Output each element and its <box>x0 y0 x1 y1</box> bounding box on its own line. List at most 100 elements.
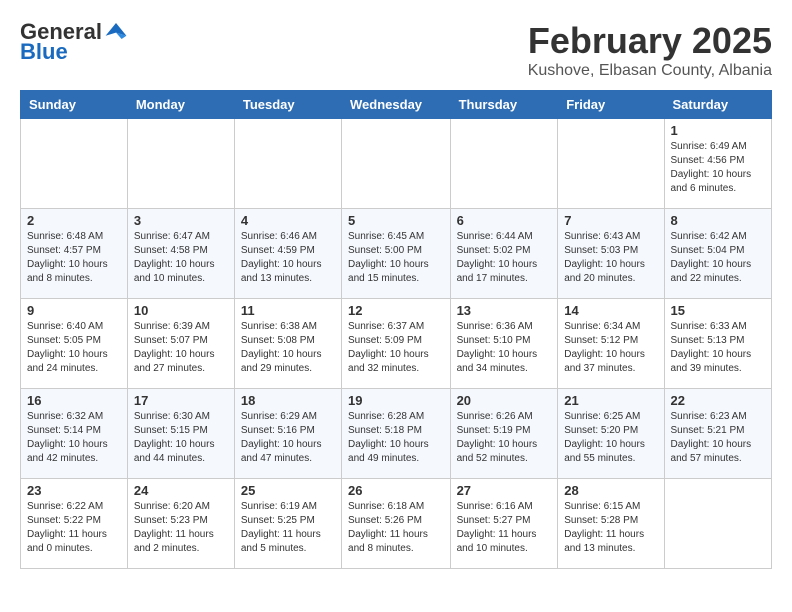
day-cell <box>127 119 234 209</box>
weekday-header-row: SundayMondayTuesdayWednesdayThursdayFrid… <box>21 91 772 119</box>
day-cell <box>450 119 558 209</box>
day-cell: 18 Sunrise: 6:29 AM Sunset: 5:16 PM Dayli… <box>234 389 341 479</box>
day-cell: 11 Sunrise: 6:38 AM Sunset: 5:08 PM Dayli… <box>234 299 341 389</box>
week-row-2: 2 Sunrise: 6:48 AM Sunset: 4:57 PM Daylig… <box>21 209 772 299</box>
day-info: Sunrise: 6:19 AM Sunset: 5:25 PM Dayligh… <box>241 500 335 556</box>
day-cell: 25 Sunrise: 6:19 AM Sunset: 5:25 PM Dayli… <box>234 479 341 569</box>
day-cell: 5Sunrise: 6:45 AM Sunset: 5:00 PM Daylig… <box>342 209 451 299</box>
day-number: 19 <box>348 393 444 408</box>
day-number: 16 <box>27 393 121 408</box>
day-info: Sunrise: 6:33 AM Sunset: 5:13 PM Dayligh… <box>671 320 765 376</box>
day-info: Sunrise: 6:18 AM Sunset: 5:26 PM Dayligh… <box>348 500 444 556</box>
day-info: Sunrise: 6:49 AM Sunset: 4:56 PM Dayligh… <box>671 140 765 196</box>
day-number: 21 <box>564 393 657 408</box>
weekday-header-thursday: Thursday <box>450 91 558 119</box>
day-cell: 15 Sunrise: 6:33 AM Sunset: 5:13 PM Dayli… <box>664 299 771 389</box>
day-cell: 10 Sunrise: 6:39 AM Sunset: 5:07 PM Dayli… <box>127 299 234 389</box>
day-cell: 22Sunrise: 6:23 AM Sunset: 5:21 PM Dayli… <box>664 389 771 479</box>
day-cell: 26Sunrise: 6:18 AM Sunset: 5:26 PM Dayli… <box>342 479 451 569</box>
day-info: Sunrise: 6:16 AM Sunset: 5:27 PM Dayligh… <box>457 500 552 556</box>
day-cell: 17 Sunrise: 6:30 AM Sunset: 5:15 PM Dayli… <box>127 389 234 479</box>
day-cell: 12 Sunrise: 6:37 AM Sunset: 5:09 PM Dayli… <box>342 299 451 389</box>
day-number: 10 <box>134 303 228 318</box>
month-title: February 2025 <box>528 20 772 62</box>
day-number: 4 <box>241 213 335 228</box>
header: General Blue February 2025 Kushove, Elba… <box>20 20 772 80</box>
day-cell: 9 Sunrise: 6:40 AM Sunset: 5:05 PM Daylig… <box>21 299 128 389</box>
week-row-4: 16 Sunrise: 6:32 AM Sunset: 5:14 PM Dayli… <box>21 389 772 479</box>
day-cell: 20 Sunrise: 6:26 AM Sunset: 5:19 PM Dayli… <box>450 389 558 479</box>
day-number: 28 <box>564 483 657 498</box>
day-info: Sunrise: 6:29 AM Sunset: 5:16 PM Dayligh… <box>241 410 335 466</box>
day-number: 12 <box>348 303 444 318</box>
weekday-header-saturday: Saturday <box>664 91 771 119</box>
day-number: 25 <box>241 483 335 498</box>
weekday-header-tuesday: Tuesday <box>234 91 341 119</box>
day-cell: 24 Sunrise: 6:20 AM Sunset: 5:23 PM Dayli… <box>127 479 234 569</box>
day-cell: 14Sunrise: 6:34 AM Sunset: 5:12 PM Dayli… <box>558 299 664 389</box>
day-cell <box>342 119 451 209</box>
day-info: Sunrise: 6:48 AM Sunset: 4:57 PM Dayligh… <box>27 230 121 286</box>
day-info: Sunrise: 6:40 AM Sunset: 5:05 PM Dayligh… <box>27 320 121 376</box>
day-info: Sunrise: 6:47 AM Sunset: 4:58 PM Dayligh… <box>134 230 228 286</box>
week-row-1: 1 Sunrise: 6:49 AM Sunset: 4:56 PM Daylig… <box>21 119 772 209</box>
day-cell <box>234 119 341 209</box>
day-cell: 21 Sunrise: 6:25 AM Sunset: 5:20 PM Dayli… <box>558 389 664 479</box>
day-cell: 6Sunrise: 6:44 AM Sunset: 5:02 PM Daylig… <box>450 209 558 299</box>
day-info: Sunrise: 6:23 AM Sunset: 5:21 PM Dayligh… <box>671 410 765 466</box>
day-cell: 13Sunrise: 6:36 AM Sunset: 5:10 PM Dayli… <box>450 299 558 389</box>
logo: General Blue <box>20 20 128 64</box>
day-number: 20 <box>457 393 552 408</box>
day-number: 17 <box>134 393 228 408</box>
weekday-header-wednesday: Wednesday <box>342 91 451 119</box>
day-info: Sunrise: 6:46 AM Sunset: 4:59 PM Dayligh… <box>241 230 335 286</box>
calendar: SundayMondayTuesdayWednesdayThursdayFrid… <box>20 90 772 569</box>
weekday-header-monday: Monday <box>127 91 234 119</box>
day-number: 24 <box>134 483 228 498</box>
weekday-header-sunday: Sunday <box>21 91 128 119</box>
day-number: 23 <box>27 483 121 498</box>
day-number: 14 <box>564 303 657 318</box>
day-info: Sunrise: 6:26 AM Sunset: 5:19 PM Dayligh… <box>457 410 552 466</box>
weekday-header-friday: Friday <box>558 91 664 119</box>
day-cell: 3 Sunrise: 6:47 AM Sunset: 4:58 PM Daylig… <box>127 209 234 299</box>
day-info: Sunrise: 6:37 AM Sunset: 5:09 PM Dayligh… <box>348 320 444 376</box>
day-info: Sunrise: 6:15 AM Sunset: 5:28 PM Dayligh… <box>564 500 657 556</box>
day-info: Sunrise: 6:38 AM Sunset: 5:08 PM Dayligh… <box>241 320 335 376</box>
day-info: Sunrise: 6:30 AM Sunset: 5:15 PM Dayligh… <box>134 410 228 466</box>
day-number: 3 <box>134 213 228 228</box>
week-row-3: 9 Sunrise: 6:40 AM Sunset: 5:05 PM Daylig… <box>21 299 772 389</box>
day-number: 18 <box>241 393 335 408</box>
day-cell: 23 Sunrise: 6:22 AM Sunset: 5:22 PM Dayli… <box>21 479 128 569</box>
day-cell: 1 Sunrise: 6:49 AM Sunset: 4:56 PM Daylig… <box>664 119 771 209</box>
day-cell: 2 Sunrise: 6:48 AM Sunset: 4:57 PM Daylig… <box>21 209 128 299</box>
day-number: 1 <box>671 123 765 138</box>
day-number: 27 <box>457 483 552 498</box>
day-info: Sunrise: 6:39 AM Sunset: 5:07 PM Dayligh… <box>134 320 228 376</box>
week-row-5: 23 Sunrise: 6:22 AM Sunset: 5:22 PM Dayli… <box>21 479 772 569</box>
day-number: 15 <box>671 303 765 318</box>
day-info: Sunrise: 6:20 AM Sunset: 5:23 PM Dayligh… <box>134 500 228 556</box>
logo-icon <box>104 21 128 41</box>
day-info: Sunrise: 6:45 AM Sunset: 5:00 PM Dayligh… <box>348 230 444 286</box>
day-info: Sunrise: 6:36 AM Sunset: 5:10 PM Dayligh… <box>457 320 552 376</box>
day-number: 9 <box>27 303 121 318</box>
day-cell: 4 Sunrise: 6:46 AM Sunset: 4:59 PM Daylig… <box>234 209 341 299</box>
day-info: Sunrise: 6:25 AM Sunset: 5:20 PM Dayligh… <box>564 410 657 466</box>
day-cell: 8Sunrise: 6:42 AM Sunset: 5:04 PM Daylig… <box>664 209 771 299</box>
day-cell: 28 Sunrise: 6:15 AM Sunset: 5:28 PM Dayli… <box>558 479 664 569</box>
day-cell <box>558 119 664 209</box>
day-number: 7 <box>564 213 657 228</box>
day-info: Sunrise: 6:43 AM Sunset: 5:03 PM Dayligh… <box>564 230 657 286</box>
day-cell: 19Sunrise: 6:28 AM Sunset: 5:18 PM Dayli… <box>342 389 451 479</box>
day-number: 8 <box>671 213 765 228</box>
day-cell <box>664 479 771 569</box>
day-info: Sunrise: 6:44 AM Sunset: 5:02 PM Dayligh… <box>457 230 552 286</box>
day-cell: 7 Sunrise: 6:43 AM Sunset: 5:03 PM Daylig… <box>558 209 664 299</box>
day-number: 11 <box>241 303 335 318</box>
day-info: Sunrise: 6:32 AM Sunset: 5:14 PM Dayligh… <box>27 410 121 466</box>
day-number: 2 <box>27 213 121 228</box>
day-info: Sunrise: 6:22 AM Sunset: 5:22 PM Dayligh… <box>27 500 121 556</box>
location: Kushove, Elbasan County, Albania <box>528 62 772 80</box>
day-cell <box>21 119 128 209</box>
